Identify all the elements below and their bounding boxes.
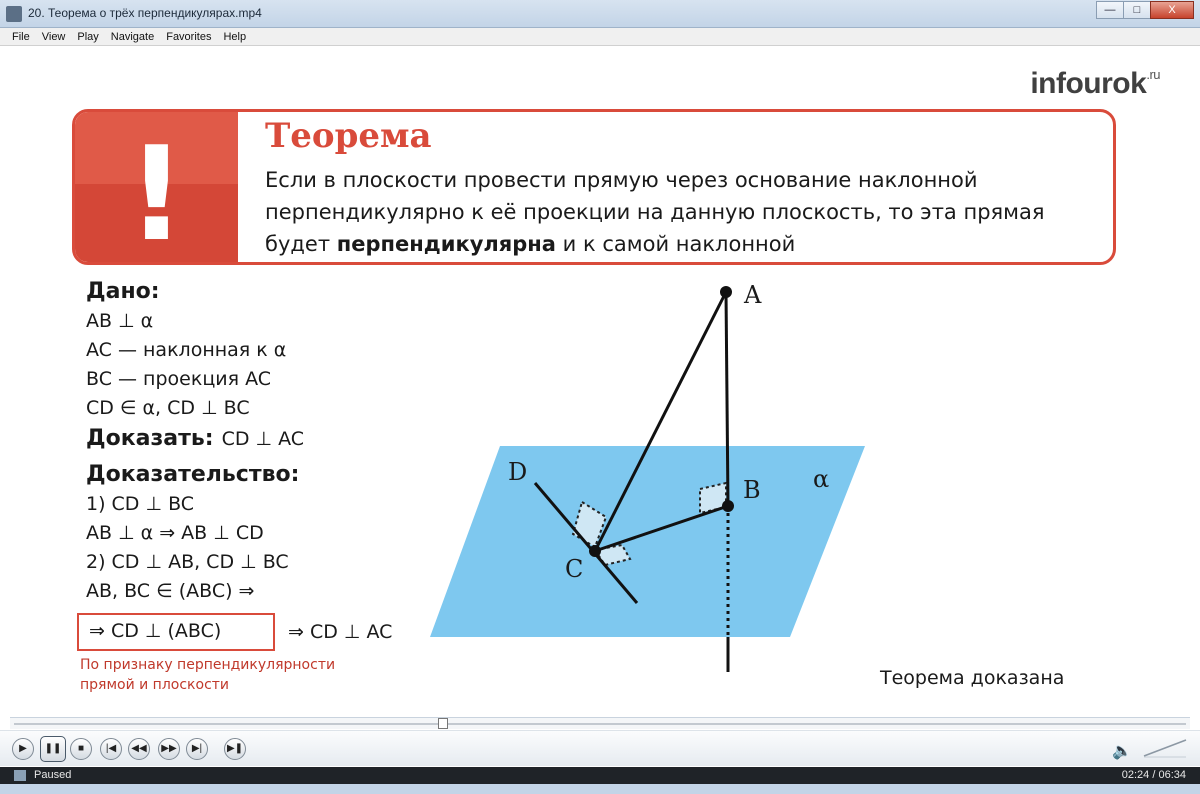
menu-view[interactable]: View	[42, 28, 66, 45]
menu-help[interactable]: Help	[223, 28, 246, 45]
play-button[interactable]: ▶	[12, 738, 34, 760]
label-b: B	[743, 476, 761, 504]
maximize-button[interactable]: □	[1123, 1, 1151, 19]
rewind-button[interactable]: ◀◀	[128, 738, 150, 760]
point-a	[720, 286, 732, 298]
playback-time: 02:24 / 06:34	[1121, 769, 1186, 781]
seek-thumb[interactable]	[437, 718, 448, 729]
pause-button[interactable]: ❚❚	[40, 736, 66, 762]
video-frame[interactable]: infourok.ru ! Теорема Если в плоскости п…	[10, 47, 1190, 715]
next-button[interactable]: ▶|	[186, 738, 208, 760]
frame-step-button[interactable]: ▶❚	[224, 738, 246, 760]
player-controls: ▶ ❚❚ ■ |◀ ◀◀ ▶▶ ▶| ▶❚ 🔈	[0, 730, 1200, 766]
window-controls: — □ X	[1096, 1, 1194, 19]
status-icon	[14, 770, 26, 781]
geometry-diagram: A B C D α	[430, 281, 865, 672]
seek-bar[interactable]	[10, 717, 1190, 729]
plane-alpha	[430, 446, 865, 637]
menu-play[interactable]: Play	[77, 28, 98, 45]
fast-forward-button[interactable]: ▶▶	[158, 738, 180, 760]
window-bottom-frame	[0, 784, 1200, 794]
stop-button[interactable]: ■	[70, 738, 92, 760]
label-d: D	[508, 458, 527, 486]
point-b	[722, 500, 734, 512]
label-alpha: α	[813, 465, 829, 493]
label-a: A	[743, 281, 762, 309]
label-c: C	[565, 555, 583, 583]
status-bar: Paused 02:24 / 06:34	[0, 767, 1200, 784]
volume-slider[interactable]	[1142, 735, 1188, 759]
minimize-button[interactable]: —	[1096, 1, 1124, 19]
playback-status: Paused	[34, 769, 72, 781]
menu-bar: File View Play Navigate Favorites Help	[0, 28, 1200, 46]
menu-favorites[interactable]: Favorites	[166, 28, 211, 45]
volume-icon[interactable]: 🔈	[1112, 741, 1132, 761]
point-c	[589, 545, 601, 557]
close-button[interactable]: X	[1150, 1, 1194, 19]
menu-navigate[interactable]: Navigate	[111, 28, 154, 45]
previous-button[interactable]: |◀	[100, 738, 122, 760]
window-title: 20. Теорема о трёх перпендикулярах.mp4	[28, 6, 262, 20]
menu-file[interactable]: File	[12, 28, 30, 45]
app-icon	[6, 6, 22, 22]
segment-ab	[724, 291, 730, 507]
title-bar: 20. Теорема о трёх перпендикулярах.mp4 —…	[0, 0, 1200, 28]
seek-track[interactable]	[14, 723, 1186, 725]
